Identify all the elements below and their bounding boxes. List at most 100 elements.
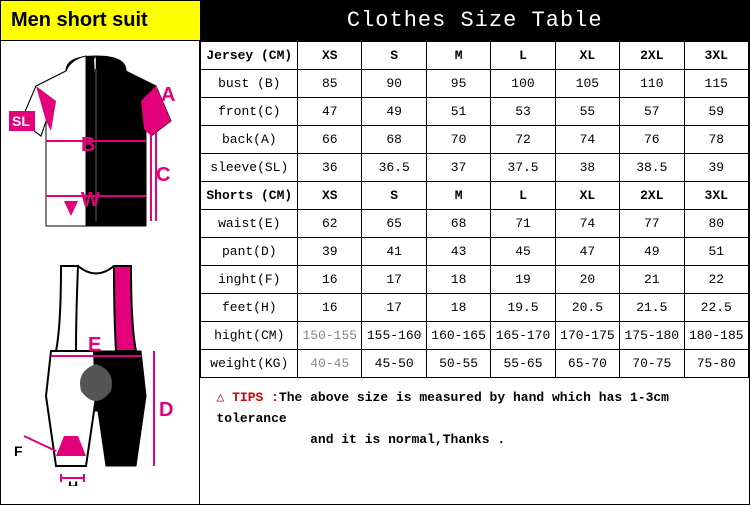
value-cell: 105: [555, 70, 619, 98]
value-cell: 20.5: [555, 294, 619, 322]
row-label-cell: feet(H): [201, 294, 298, 322]
row-label-cell: bust (B): [201, 70, 298, 98]
size-header-cell: L: [491, 182, 555, 210]
value-cell: 37.5: [491, 154, 555, 182]
row-label-cell: weight(KG): [201, 350, 298, 378]
size-header-cell: M: [426, 42, 490, 70]
value-cell: 41: [362, 238, 426, 266]
size-header-cell: S: [362, 42, 426, 70]
value-cell: 22.5: [684, 294, 748, 322]
tips-label: TIPS :: [232, 390, 279, 405]
value-cell: 16: [298, 294, 362, 322]
value-cell: 49: [620, 238, 684, 266]
tips-text-1: The above size is measured by hand which…: [216, 390, 669, 426]
banner-left: Men short suit: [1, 1, 200, 41]
tips-block: △ TIPS :The above size is measured by ha…: [200, 378, 749, 460]
row-label-cell: pant(D): [201, 238, 298, 266]
label-h: H: [68, 478, 78, 486]
size-header-cell: XL: [555, 182, 619, 210]
table-row: feet(H)16171819.520.521.522.5: [201, 294, 749, 322]
value-cell: 62: [298, 210, 362, 238]
value-cell: 57: [620, 98, 684, 126]
value-cell: 160-165: [426, 322, 490, 350]
value-cell: 55: [555, 98, 619, 126]
value-cell: 51: [684, 238, 748, 266]
value-cell: 68: [362, 126, 426, 154]
size-header-cell: 2XL: [620, 42, 684, 70]
value-cell: 38.5: [620, 154, 684, 182]
label-d: D: [159, 399, 173, 421]
tips-text-2: and it is normal,Thanks .: [310, 432, 505, 447]
row-label-cell: front(C): [201, 98, 298, 126]
page-container: Men short suit SL A B C W: [0, 0, 750, 505]
value-cell: 38: [555, 154, 619, 182]
table-row: weight(KG)40-4545-5050-5555-6565-7070-75…: [201, 350, 749, 378]
label-f: F: [14, 443, 23, 459]
value-cell: 37: [426, 154, 490, 182]
label-sl: SL: [12, 113, 30, 129]
value-cell: 18: [426, 294, 490, 322]
size-header-cell: XS: [298, 42, 362, 70]
table-row: bust (B)859095100105110115: [201, 70, 749, 98]
value-cell: 65-70: [555, 350, 619, 378]
shorts-diagram: E D F H: [6, 256, 186, 486]
value-cell: 170-175: [555, 322, 619, 350]
value-cell: 20: [555, 266, 619, 294]
table-row: sleeve(SL)3636.53737.53838.539: [201, 154, 749, 182]
value-cell: 16: [298, 266, 362, 294]
row-label-cell: hight(CM): [201, 322, 298, 350]
row-label-cell: sleeve(SL): [201, 154, 298, 182]
label-c: C: [156, 164, 170, 186]
value-cell: 36.5: [362, 154, 426, 182]
banner-right: Clothes Size Table: [200, 1, 749, 41]
table-row: front(C)47495153555759: [201, 98, 749, 126]
value-cell: 155-160: [362, 322, 426, 350]
value-cell: 70: [426, 126, 490, 154]
value-cell: 45: [491, 238, 555, 266]
value-cell: 59: [684, 98, 748, 126]
diagram-area: SL A B C W: [1, 41, 200, 504]
value-cell: 77: [620, 210, 684, 238]
size-header-cell: M: [426, 182, 490, 210]
label-e: E: [88, 334, 101, 356]
value-cell: 36: [298, 154, 362, 182]
value-cell: 47: [298, 98, 362, 126]
value-cell: 66: [298, 126, 362, 154]
value-cell: 21: [620, 266, 684, 294]
value-cell: 180-185: [684, 322, 748, 350]
table-section-header: Jersey (CM)XSSMLXL2XL3XL: [201, 42, 749, 70]
value-cell: 53: [491, 98, 555, 126]
right-column: Clothes Size Table Jersey (CM)XSSMLXL2XL…: [200, 1, 749, 504]
row-label-cell: back(A): [201, 126, 298, 154]
row-label-cell: waist(E): [201, 210, 298, 238]
value-cell: 71: [491, 210, 555, 238]
value-cell: 65: [362, 210, 426, 238]
value-cell: 45-50: [362, 350, 426, 378]
value-cell: 19.5: [491, 294, 555, 322]
table-row: pant(D)39414345474951: [201, 238, 749, 266]
value-cell: 80: [684, 210, 748, 238]
label-w: W: [81, 189, 100, 211]
size-header-cell: L: [491, 42, 555, 70]
size-header-cell: 3XL: [684, 182, 748, 210]
label-b: B: [81, 134, 95, 156]
value-cell: 115: [684, 70, 748, 98]
table-row: back(A)66687072747678: [201, 126, 749, 154]
table-row: hight(CM)150-155155-160160-165165-170170…: [201, 322, 749, 350]
jersey-diagram: SL A B C W: [6, 51, 186, 241]
table-row: waist(E)62656871747780: [201, 210, 749, 238]
section-title-cell: Shorts (CM): [201, 182, 298, 210]
value-cell: 43: [426, 238, 490, 266]
value-cell: 74: [555, 126, 619, 154]
label-a: A: [161, 84, 175, 106]
value-cell: 51: [426, 98, 490, 126]
value-cell: 49: [362, 98, 426, 126]
value-cell: 55-65: [491, 350, 555, 378]
value-cell: 175-180: [620, 322, 684, 350]
table-row: inght(F)16171819202122: [201, 266, 749, 294]
value-cell: 47: [555, 238, 619, 266]
value-cell: 95: [426, 70, 490, 98]
value-cell: 19: [491, 266, 555, 294]
value-cell: 68: [426, 210, 490, 238]
value-cell: 39: [684, 154, 748, 182]
